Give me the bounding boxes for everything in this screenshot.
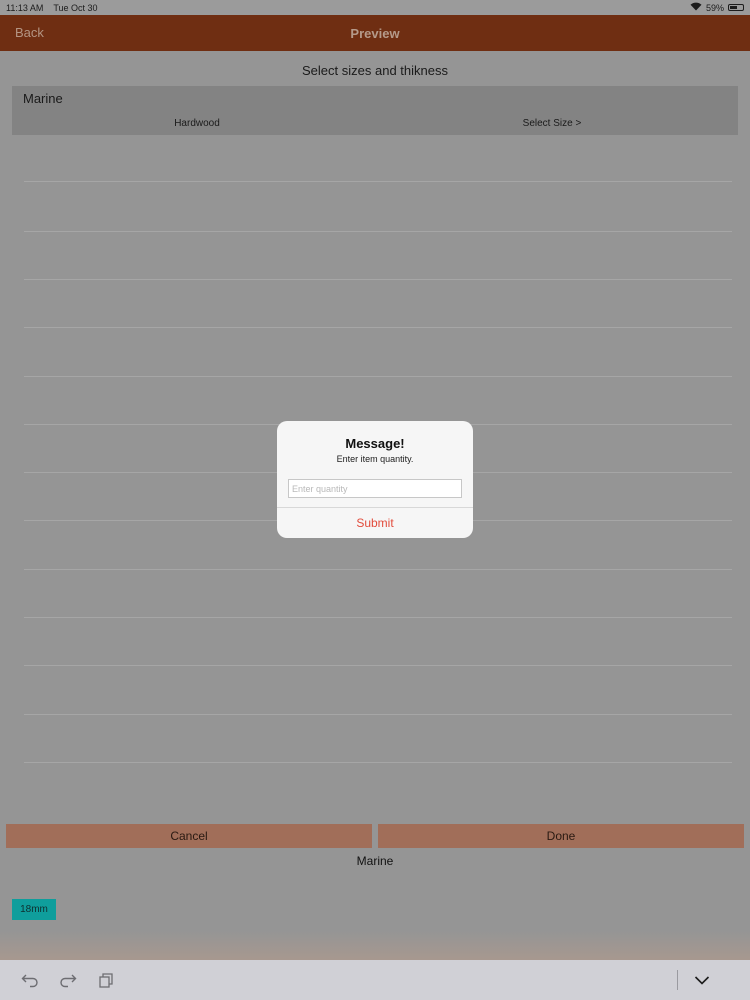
table-row-divider xyxy=(24,231,732,232)
table-row-divider xyxy=(24,617,732,618)
selected-category-label: Marine xyxy=(356,854,394,868)
table-row-divider xyxy=(24,714,732,715)
table-row-divider xyxy=(24,569,732,570)
navbar: Back Preview xyxy=(0,15,750,51)
dialog-title: Message! xyxy=(345,436,405,451)
quantity-input[interactable] xyxy=(288,479,462,498)
status-date: Tue Oct 30 xyxy=(53,2,98,13)
column-hardwood: Hardwood xyxy=(174,118,220,129)
category-name: Marine xyxy=(23,91,63,106)
dialog-message: Enter item quantity. xyxy=(336,454,414,464)
size-chip[interactable]: 18mm xyxy=(12,899,56,920)
battery-icon xyxy=(728,4,744,11)
redo-icon[interactable] xyxy=(58,970,78,990)
submit-button[interactable]: Submit xyxy=(277,508,473,538)
chevron-down-icon[interactable] xyxy=(692,970,712,990)
page-title: Preview xyxy=(350,25,400,41)
copy-icon[interactable] xyxy=(96,970,116,990)
table-row-divider xyxy=(24,376,732,377)
table-row-divider xyxy=(24,762,732,763)
quantity-dialog: Message! Enter item quantity. Submit xyxy=(277,421,473,538)
table-row-divider xyxy=(24,327,732,328)
back-button[interactable]: Back xyxy=(15,25,44,40)
section-subtitle: Select sizes and thikness xyxy=(302,63,448,78)
status-bar: 11:13 AM Tue Oct 30 59% xyxy=(0,0,750,15)
done-button[interactable]: Done xyxy=(378,824,744,848)
status-time: 11:13 AM xyxy=(6,2,44,13)
undo-icon[interactable] xyxy=(20,970,40,990)
select-size-link[interactable]: Select Size > xyxy=(382,118,722,129)
toolbar-divider xyxy=(677,970,678,990)
table-row-divider xyxy=(24,181,732,182)
cancel-button[interactable]: Cancel xyxy=(6,824,372,848)
category-header: Marine Hardwood Select Size > xyxy=(12,86,738,135)
table-row-divider xyxy=(24,279,732,280)
keyboard-toolbar xyxy=(0,960,750,1000)
table-row-divider xyxy=(24,665,732,666)
bottom-fade xyxy=(0,931,750,960)
battery-percent: 59% xyxy=(705,2,724,13)
action-buttons: Cancel Done xyxy=(6,824,744,848)
wifi-icon xyxy=(690,2,702,13)
